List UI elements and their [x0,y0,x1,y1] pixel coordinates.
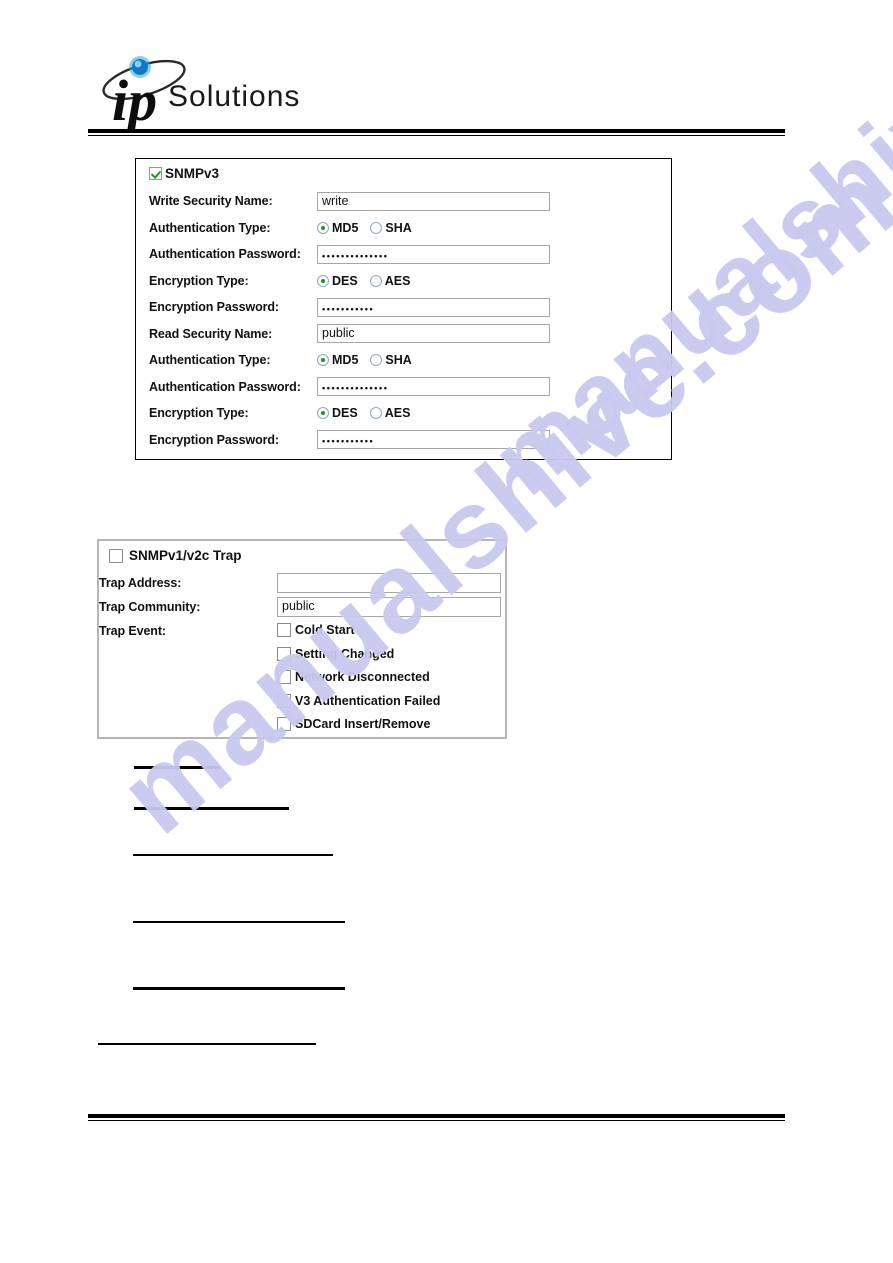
redaction-line [133,921,345,923]
radio-option[interactable]: DES [317,274,358,288]
redaction-line [133,854,333,856]
radio-button[interactable] [317,354,329,366]
field-label: Encryption Password: [149,432,279,447]
header-divider [88,129,785,136]
password-input[interactable]: ••••••••••• [317,430,550,449]
field-label: Write Security Name: [149,194,273,208]
radio-button[interactable] [317,407,329,419]
trap-event-label-text: V3 Authentication Failed [295,693,441,708]
radio-option[interactable]: MD5 [317,221,358,235]
radio-button[interactable] [369,274,382,287]
password-input[interactable]: ••••••••••• [317,297,550,317]
trap-address-label: Trap Address: [99,576,182,590]
field-label: Encryption Password: [149,300,279,314]
radio-label: MD5 [332,353,359,367]
field-label: Encryption Type: [149,273,249,288]
trap-community-row: Trap Community: public [99,597,503,617]
radio-label: AES [384,273,411,288]
radio-button[interactable] [369,407,382,419]
snmpv3-field-row: Read Security Name: public [149,324,661,344]
trap-title: SNMPv1/v2c Trap [129,548,242,563]
svg-text:ip: ip [112,68,157,132]
snmpv3-enable-checkbox[interactable] [149,167,162,180]
snmpv3-field-row: Encryption Password: ••••••••••• [149,297,661,317]
trap-event-option[interactable]: Network Disconnected [277,668,430,686]
trap-event-option[interactable]: SDCard Insert/Remove [277,715,430,733]
snmpv3-field-row: Encryption Type: DES AES [149,271,661,291]
trap-event-option[interactable]: Cold Start [277,621,355,639]
radio-group: MD5 SHA [317,353,412,367]
radio-label: MD5 [332,220,359,235]
field-label: Authentication Type: [149,220,271,235]
snmp-trap-settings-panel: SNMPv1/v2c Trap Trap Address: Trap Commu… [97,539,507,739]
trap-event-checkbox[interactable] [277,623,291,637]
snmpv3-field-row: Authentication Password: •••••••••••••• [149,377,661,397]
radio-button[interactable] [317,221,329,234]
radio-option[interactable]: SHA [370,220,412,235]
trap-community-input[interactable]: public [277,597,501,617]
redaction-line [133,987,345,990]
field-label: Encryption Type: [149,406,249,420]
field-label: Authentication Type: [149,353,271,367]
field-label: Authentication Password: [149,247,301,261]
trap-address-input[interactable] [277,573,501,593]
trap-event-label-text: Network Disconnected [295,670,430,684]
logo-wordmark: Solutions [168,80,301,113]
trap-community-label: Trap Community: [99,600,201,614]
trap-event-checkbox[interactable] [277,693,291,708]
trap-enable-row[interactable]: SNMPv1/v2c Trap [109,548,242,563]
field-label: Authentication Password: [149,379,301,394]
radio-label: DES [332,273,358,288]
snmpv3-title: SNMPv3 [165,166,220,181]
password-input[interactable]: •••••••••••••• [317,244,550,264]
radio-option[interactable]: DES [317,406,358,420]
trap-event-option[interactable]: Setting Changed [277,645,394,663]
snmpv3-field-row: Write Security Name: write [149,191,661,211]
trap-event-checkbox[interactable] [277,646,291,661]
trap-event-label-text: Setting Changed [295,646,395,661]
radio-option[interactable]: AES [369,406,411,420]
footer-divider [88,1114,785,1121]
radio-label: SHA [385,220,412,235]
snmpv3-enable-row[interactable]: SNMPv3 [149,166,219,181]
redaction-line [134,807,289,810]
radio-label: SHA [385,353,412,367]
trap-event-label-text: Cold Start [295,623,355,637]
snmpv3-settings-panel: SNMPv3 Write Security Name: write Authenti… [135,158,672,460]
radio-label: DES [332,406,358,420]
text-input[interactable]: public [317,324,550,343]
radio-option[interactable]: SHA [370,353,412,367]
trap-event-checkbox[interactable] [277,670,291,684]
trap-event-label: Trap Event: [99,624,166,638]
redaction-line [134,766,220,769]
trap-enable-checkbox[interactable] [109,548,123,563]
snmpv3-field-row: Encryption Password: ••••••••••• [149,430,661,450]
radio-button[interactable] [317,274,329,287]
snmpv3-field-row: Encryption Type: DES AES [149,403,661,423]
brand-logo: ip Solutions [96,52,396,132]
trap-event-option[interactable]: V3 Authentication Failed [277,692,440,710]
radio-option[interactable]: MD5 [317,353,358,367]
trap-event-label-text: SDCard Insert/Remove [295,717,431,731]
radio-group: MD5 SHA [317,221,412,235]
trap-address-row: Trap Address: [99,573,503,593]
radio-group: DES AES [317,274,410,288]
snmpv3-field-row: Authentication Type: MD5 SHA [149,218,661,238]
text-input[interactable]: write [317,191,550,211]
snmpv3-field-row: Authentication Password: •••••••••••••• [149,244,661,264]
radio-button[interactable] [370,221,383,234]
redaction-line [98,1043,316,1045]
radio-group: DES AES [317,406,410,420]
password-input[interactable]: •••••••••••••• [317,377,550,396]
field-label: Read Security Name: [149,326,273,341]
snmpv3-field-row: Authentication Type: MD5 SHA [149,350,661,370]
trap-event-checkbox[interactable] [277,717,291,731]
radio-button[interactable] [370,354,383,366]
radio-label: AES [384,406,411,420]
radio-option[interactable]: AES [369,273,411,288]
